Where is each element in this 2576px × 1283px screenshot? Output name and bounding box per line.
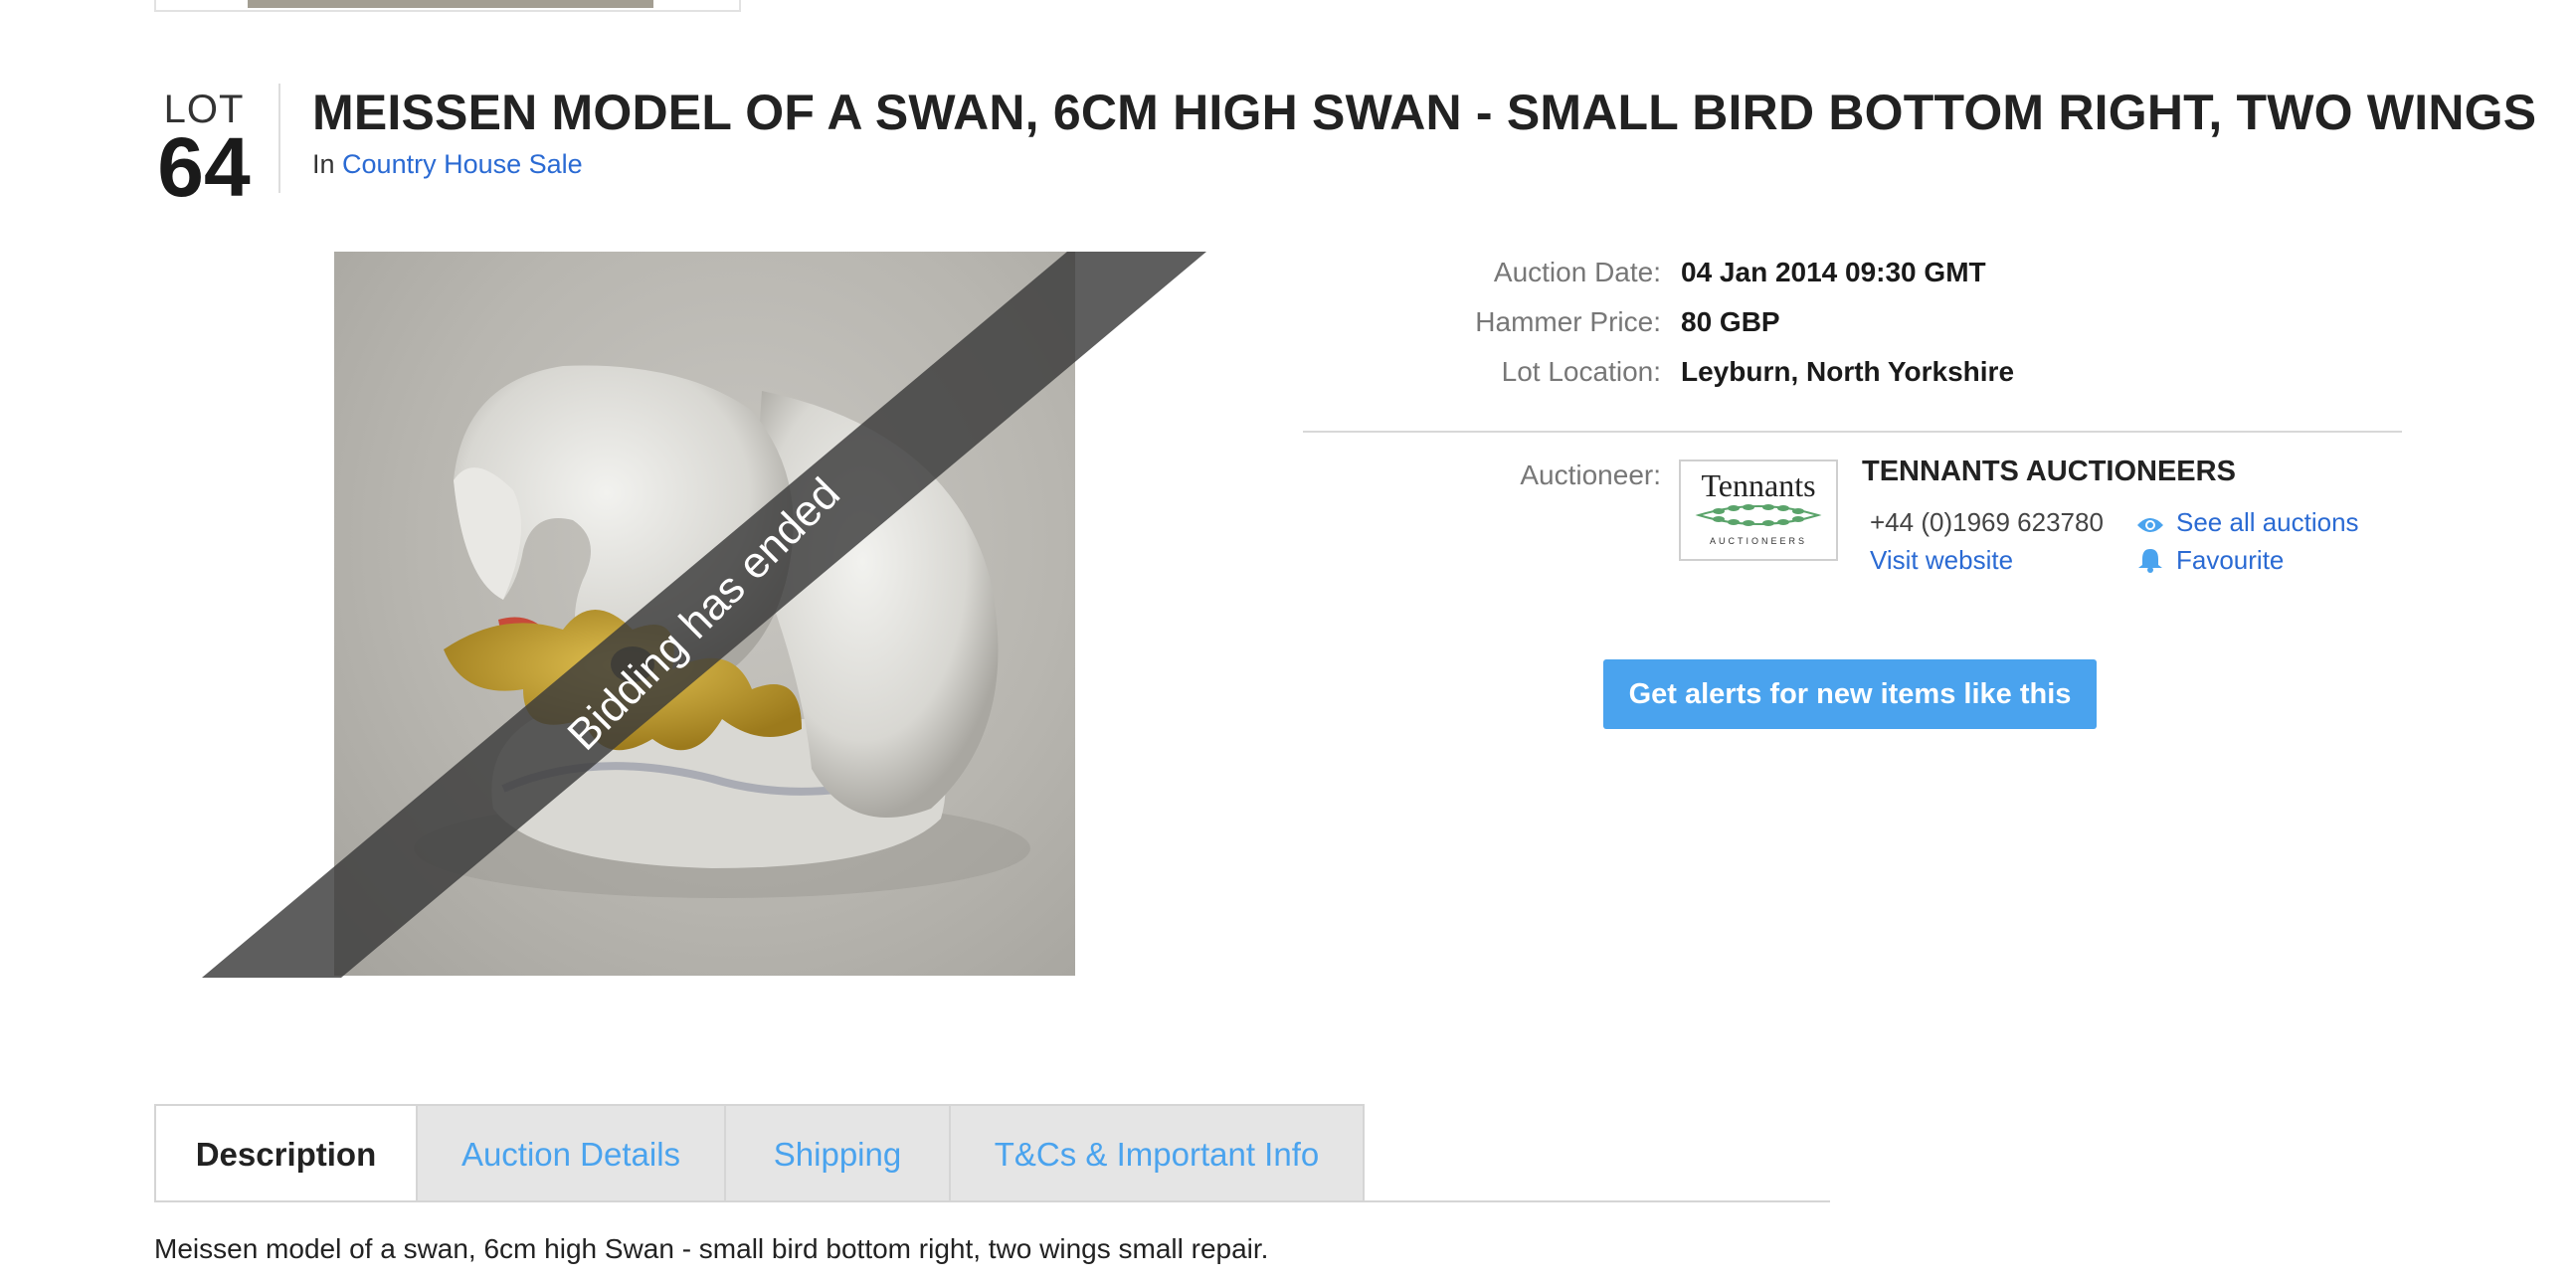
auctioneer-logo[interactable]: Tennants AUCTIONEERS	[1679, 459, 1838, 561]
tabs-baseline	[154, 1200, 1830, 1202]
detail-row-lot-location: Lot Location: Leyburn, North Yorkshire	[1303, 356, 2402, 406]
lot-description: Meissen model of a swan, 6cm high Swan -…	[154, 1233, 1269, 1264]
favourite-link[interactable]: Favourite	[2136, 545, 2284, 576]
image-thumbnail[interactable]	[248, 0, 653, 8]
laurel-icon	[1695, 504, 1822, 526]
visit-website-link[interactable]: Visit website	[1870, 545, 2013, 576]
bell-icon	[2138, 549, 2162, 573]
get-alerts-button[interactable]: Get alerts for new items like this	[1603, 659, 2097, 729]
lot-image-area[interactable]: Bidding has ended	[202, 252, 1206, 978]
logo-subtitle: AUCTIONEERS	[1709, 536, 1807, 546]
auctioneer-label: Auctioneer:	[1520, 459, 1661, 490]
auctioneer-name: TENNANTS AUCTIONEERS	[1862, 456, 2236, 487]
details-divider	[1303, 431, 2402, 433]
favourite-label: Favourite	[2176, 545, 2285, 575]
image-thumbnail-strip[interactable]	[154, 0, 741, 12]
detail-value: 80 GBP	[1681, 306, 1780, 337]
see-all-auctions-link[interactable]: See all auctions	[2136, 507, 2359, 538]
detail-row-auction-date: Auction Date: 04 Jan 2014 09:30 GMT	[1303, 257, 2402, 306]
tab-shipping[interactable]: Shipping	[724, 1104, 951, 1201]
lot-details: Auction Date: 04 Jan 2014 09:30 GMT Hamm…	[1303, 257, 2402, 406]
detail-value: Leyburn, North Yorkshire	[1681, 356, 2015, 387]
lot-number: 64	[157, 120, 251, 214]
detail-key: Hammer Price:	[1475, 306, 1661, 337]
detail-key: Lot Location:	[1501, 356, 1661, 387]
lot-divider	[278, 84, 280, 193]
auctioneer-phone: +44 (0)1969 623780	[1870, 507, 2104, 537]
sale-line: In Country House Sale	[312, 149, 583, 180]
tab-description[interactable]: Description	[154, 1104, 418, 1201]
tab-tcs-important-info[interactable]: T&Cs & Important Info	[949, 1104, 1365, 1201]
detail-row-hammer-price: Hammer Price: 80 GBP	[1303, 306, 2402, 356]
logo-wordmark: Tennants	[1701, 467, 1816, 503]
tab-auction-details[interactable]: Auction Details	[416, 1104, 726, 1201]
eye-icon	[2137, 518, 2163, 532]
lot-badge: LOT 64	[154, 90, 254, 214]
detail-key: Auction Date:	[1493, 257, 1661, 287]
detail-value: 04 Jan 2014 09:30 GMT	[1681, 257, 1986, 287]
see-all-auctions-label: See all auctions	[2176, 507, 2359, 537]
lot-title: MEISSEN MODEL OF A SWAN, 6CM HIGH SWAN -…	[312, 85, 2537, 140]
sale-link[interactable]: Country House Sale	[342, 149, 583, 179]
sale-prefix: In	[312, 149, 335, 179]
